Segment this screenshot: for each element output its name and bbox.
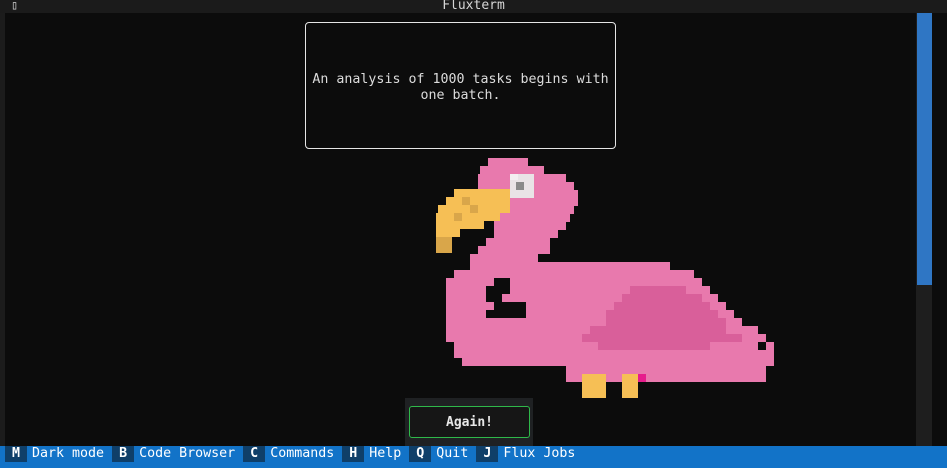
flamingo-wing-gap bbox=[486, 286, 510, 294]
flamingo-foot bbox=[582, 374, 606, 398]
flamingo-tail bbox=[766, 342, 774, 366]
footer-key: Q bbox=[409, 446, 432, 462]
flamingo-wing-gap bbox=[486, 310, 526, 318]
title-bar: ▯ Fluxterm bbox=[0, 0, 947, 13]
footer-item-code-browser[interactable]: B Code Browser bbox=[112, 446, 244, 462]
flamingo-beak-shade bbox=[462, 197, 470, 205]
footer-label: Help bbox=[364, 446, 410, 462]
flamingo-beak bbox=[446, 197, 510, 205]
footer-key: M bbox=[5, 446, 28, 462]
flamingo-head bbox=[480, 166, 544, 174]
flamingo-body bbox=[454, 350, 774, 358]
flamingo-beak-shade bbox=[470, 205, 478, 213]
terminal-window: ▯ Fluxterm An analysis of 1000 tasks beg… bbox=[0, 0, 947, 468]
flamingo-image bbox=[436, 158, 774, 398]
flamingo-wing-gap bbox=[494, 302, 526, 310]
footer-item-flux-jobs[interactable]: J Flux Jobs bbox=[476, 446, 584, 462]
flamingo-beak bbox=[436, 229, 460, 237]
footer-keybindings: M Dark mode B Code Browser C Commands H Help Q Qu… bbox=[0, 446, 584, 462]
footer-label: Quit bbox=[431, 446, 477, 462]
flamingo-wing bbox=[622, 294, 702, 302]
flamingo-body bbox=[454, 270, 694, 278]
flamingo-beak bbox=[436, 221, 484, 229]
flamingo-body bbox=[462, 358, 766, 366]
footer-label: Code Browser bbox=[134, 446, 244, 462]
flamingo-foot bbox=[622, 374, 638, 398]
flamingo-body bbox=[446, 278, 702, 286]
flamingo-body bbox=[470, 262, 670, 270]
again-button[interactable]: Again! bbox=[409, 406, 530, 438]
flamingo-head bbox=[488, 158, 528, 166]
flamingo-wing-gap bbox=[486, 294, 502, 302]
left-edge-strip bbox=[0, 13, 5, 446]
flamingo-wing bbox=[606, 310, 718, 318]
flamingo-neck bbox=[470, 254, 538, 262]
window-title: Fluxterm bbox=[442, 0, 505, 13]
footer-item-help[interactable]: H Help bbox=[342, 446, 410, 462]
flamingo-foot-accent bbox=[638, 374, 646, 382]
footer-bar: M Dark mode B Code Browser C Commands H Help Q Qu… bbox=[0, 446, 947, 468]
footer-item-quit[interactable]: Q Quit bbox=[409, 446, 477, 462]
flamingo-beak-tip bbox=[436, 245, 452, 253]
message-box: An analysis of 1000 tasks begins with on… bbox=[305, 22, 616, 149]
flamingo-beak bbox=[454, 189, 510, 197]
message-text: An analysis of 1000 tasks begins with on… bbox=[312, 71, 609, 103]
flamingo-head bbox=[494, 214, 570, 222]
footer-item-dark-mode[interactable]: M Dark mode bbox=[5, 446, 113, 462]
flamingo-wing bbox=[590, 326, 726, 334]
footer-key: J bbox=[476, 446, 499, 462]
flamingo-wing bbox=[598, 342, 710, 350]
footer-key: H bbox=[342, 446, 365, 462]
flamingo-pupil bbox=[516, 182, 524, 190]
flamingo-wing bbox=[614, 302, 710, 310]
footer-key: C bbox=[243, 446, 266, 462]
footer-label: Dark mode bbox=[27, 446, 113, 462]
flamingo-wing-gap bbox=[494, 278, 510, 286]
flamingo-neck bbox=[478, 246, 550, 254]
flamingo-head bbox=[494, 230, 558, 238]
footer-label: Flux Jobs bbox=[498, 446, 584, 462]
footer-label: Commands bbox=[265, 446, 343, 462]
flamingo-beak-shade bbox=[454, 213, 462, 221]
flamingo-beak bbox=[436, 213, 500, 221]
flamingo-neck bbox=[486, 238, 550, 246]
flamingo-wing bbox=[606, 318, 726, 326]
flamingo-head bbox=[494, 222, 566, 230]
flamingo-body bbox=[566, 366, 766, 374]
flamingo-wing bbox=[582, 334, 742, 342]
flamingo-wing bbox=[630, 286, 686, 294]
footer-key: B bbox=[112, 446, 135, 462]
scrollbar-thumb[interactable] bbox=[917, 13, 932, 285]
scrollbar-margin bbox=[932, 13, 947, 446]
flamingo-eye-highlight bbox=[510, 174, 518, 180]
footer-item-commands[interactable]: C Commands bbox=[243, 446, 343, 462]
